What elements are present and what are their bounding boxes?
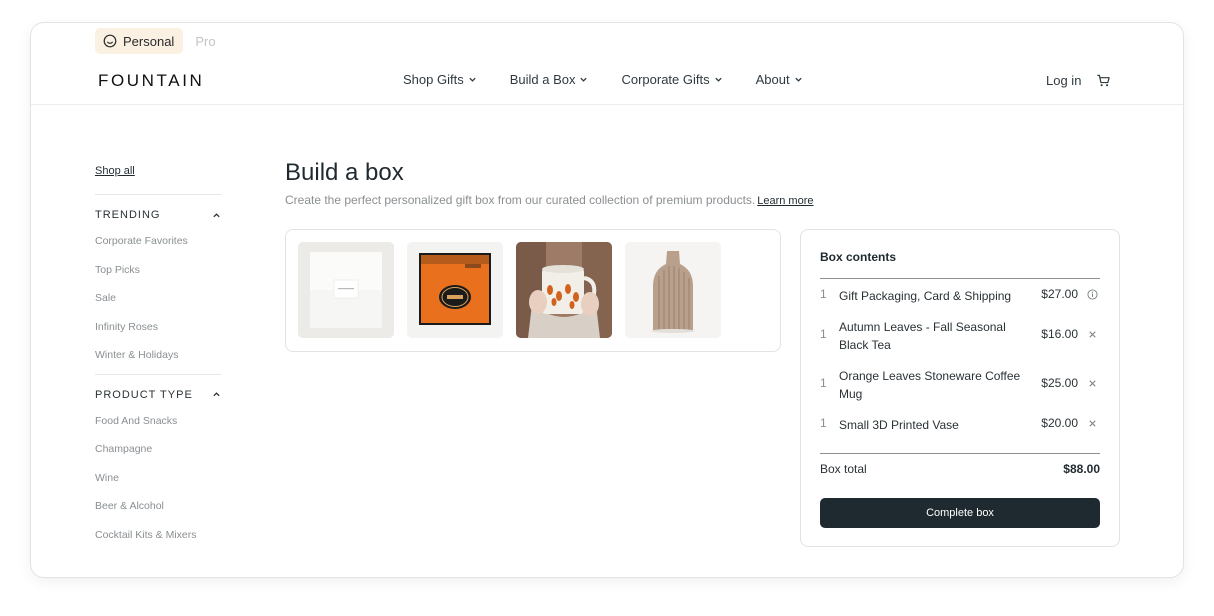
nav-shop-gifts[interactable]: Shop Gifts bbox=[403, 72, 477, 87]
remove-icon[interactable] bbox=[1087, 378, 1098, 389]
vase-image bbox=[625, 242, 721, 338]
item-price: $20.00 bbox=[1041, 416, 1078, 430]
sidebar-item-cocktail-kits[interactable]: Cocktail Kits & Mixers bbox=[95, 528, 221, 557]
site-header: FOUNTAIN Shop Gifts Build a Box Corporat… bbox=[31, 63, 1183, 105]
nav-build-a-box[interactable]: Build a Box bbox=[510, 72, 589, 87]
subtitle-text: Create the perfect personalized gift box… bbox=[285, 193, 756, 207]
item-qty: 1 bbox=[820, 416, 827, 430]
product-thumb-gift-packaging[interactable] bbox=[298, 242, 394, 338]
trending-heading: TRENDING bbox=[95, 209, 161, 221]
personal-toggle[interactable]: Personal bbox=[95, 28, 184, 54]
sidebar-item-food-and-snacks[interactable]: Food And Snacks bbox=[95, 414, 221, 443]
item-qty: 1 bbox=[820, 327, 827, 341]
product-type-heading: PRODUCT TYPE bbox=[95, 388, 193, 401]
box-contents-panel: Box contents 1 Gift Packaging, Card & Sh… bbox=[800, 229, 1120, 547]
chevron-down-icon bbox=[580, 77, 588, 82]
box-contents-title: Box contents bbox=[820, 250, 897, 264]
main-nav: Shop Gifts Build a Box Corporate Gifts A… bbox=[403, 72, 803, 87]
gift-box-image bbox=[298, 242, 394, 338]
category-sidebar: Shop all TRENDING Corporate Favorites To… bbox=[95, 165, 221, 556]
login-link[interactable]: Log in bbox=[1046, 73, 1081, 88]
sidebar-item-top-picks[interactable]: Top Picks bbox=[95, 263, 221, 292]
learn-more-link[interactable]: Learn more bbox=[757, 195, 813, 207]
fountain-logo[interactable]: FOUNTAIN bbox=[98, 71, 204, 91]
box-total-value: $88.00 bbox=[1063, 462, 1100, 476]
product-type-toggle[interactable]: PRODUCT TYPE bbox=[95, 389, 221, 401]
item-price: $16.00 bbox=[1041, 327, 1078, 341]
trending-toggle[interactable]: TRENDING bbox=[95, 209, 221, 221]
product-thumb-autumn-leaves-tea[interactable] bbox=[407, 242, 503, 338]
info-icon[interactable] bbox=[1087, 289, 1098, 300]
page-subtitle: Create the perfect personalized gift box… bbox=[285, 193, 814, 207]
sidebar-item-infinity-roses[interactable]: Infinity Roses bbox=[95, 320, 221, 349]
mug-image bbox=[516, 242, 612, 338]
item-name: Autumn Leaves - Fall Seasonal Black Tea bbox=[839, 320, 1006, 352]
trending-list: Corporate Favorites Top Picks Sale Infin… bbox=[95, 234, 221, 377]
chevron-up-icon bbox=[213, 392, 220, 397]
nav-corporate-gifts[interactable]: Corporate Gifts bbox=[621, 72, 722, 87]
pro-toggle[interactable]: Pro bbox=[195, 34, 215, 49]
selected-products-gallery bbox=[285, 229, 781, 352]
item-name: Small 3D Printed Vase bbox=[839, 418, 959, 432]
remove-icon[interactable] bbox=[1087, 329, 1098, 340]
tea-box-image bbox=[407, 242, 503, 338]
item-qty: 1 bbox=[820, 376, 827, 390]
smiley-icon bbox=[103, 34, 117, 48]
chevron-down-icon bbox=[714, 77, 722, 82]
nav-label: About bbox=[755, 72, 790, 87]
sidebar-item-corporate-favorites[interactable]: Corporate Favorites bbox=[95, 234, 221, 263]
complete-box-button[interactable]: Complete box bbox=[820, 498, 1100, 528]
sidebar-item-beer-alcohol[interactable]: Beer & Alcohol bbox=[95, 499, 221, 528]
box-total-label: Box total bbox=[820, 462, 867, 476]
panel-divider bbox=[820, 453, 1100, 454]
sidebar-item-winter-holidays[interactable]: Winter & Holidays bbox=[95, 348, 221, 377]
panel-divider bbox=[820, 278, 1100, 279]
shop-all-link[interactable]: Shop all bbox=[95, 165, 221, 177]
remove-icon[interactable] bbox=[1087, 418, 1098, 429]
nav-label: Corporate Gifts bbox=[621, 72, 710, 87]
nav-label: Shop Gifts bbox=[403, 72, 464, 87]
item-qty: 1 bbox=[820, 287, 827, 301]
nav-about[interactable]: About bbox=[756, 72, 803, 87]
sidebar-item-champagne[interactable]: Champagne bbox=[95, 442, 221, 471]
cart-icon[interactable] bbox=[1096, 73, 1111, 88]
account-switcher: Personal Pro bbox=[95, 28, 216, 54]
nav-label: Build a Box bbox=[509, 72, 576, 87]
chevron-down-icon bbox=[794, 77, 802, 82]
sidebar-item-sale[interactable]: Sale bbox=[95, 291, 221, 320]
item-name: Orange Leaves Stoneware Coffee Mug bbox=[839, 369, 1021, 401]
product-thumb-3d-printed-vase[interactable] bbox=[625, 242, 721, 338]
sidebar-item-wine[interactable]: Wine bbox=[95, 471, 221, 500]
personal-label: Personal bbox=[123, 33, 175, 49]
item-price: $25.00 bbox=[1041, 376, 1078, 390]
chevron-up-icon bbox=[213, 212, 220, 217]
chevron-down-icon bbox=[469, 77, 476, 82]
browser-frame: Personal Pro FOUNTAIN Shop Gifts Build a… bbox=[30, 22, 1184, 578]
item-price: $27.00 bbox=[1041, 287, 1078, 301]
page-title: Build a box bbox=[285, 159, 404, 186]
sidebar-divider bbox=[95, 194, 221, 195]
sidebar-divider bbox=[95, 373, 221, 375]
item-name: Gift Packaging, Card & Shipping bbox=[839, 289, 1012, 303]
product-thumb-orange-leaves-mug[interactable] bbox=[516, 242, 612, 338]
product-type-list: Food And Snacks Champagne Wine Beer & Al… bbox=[95, 414, 221, 557]
